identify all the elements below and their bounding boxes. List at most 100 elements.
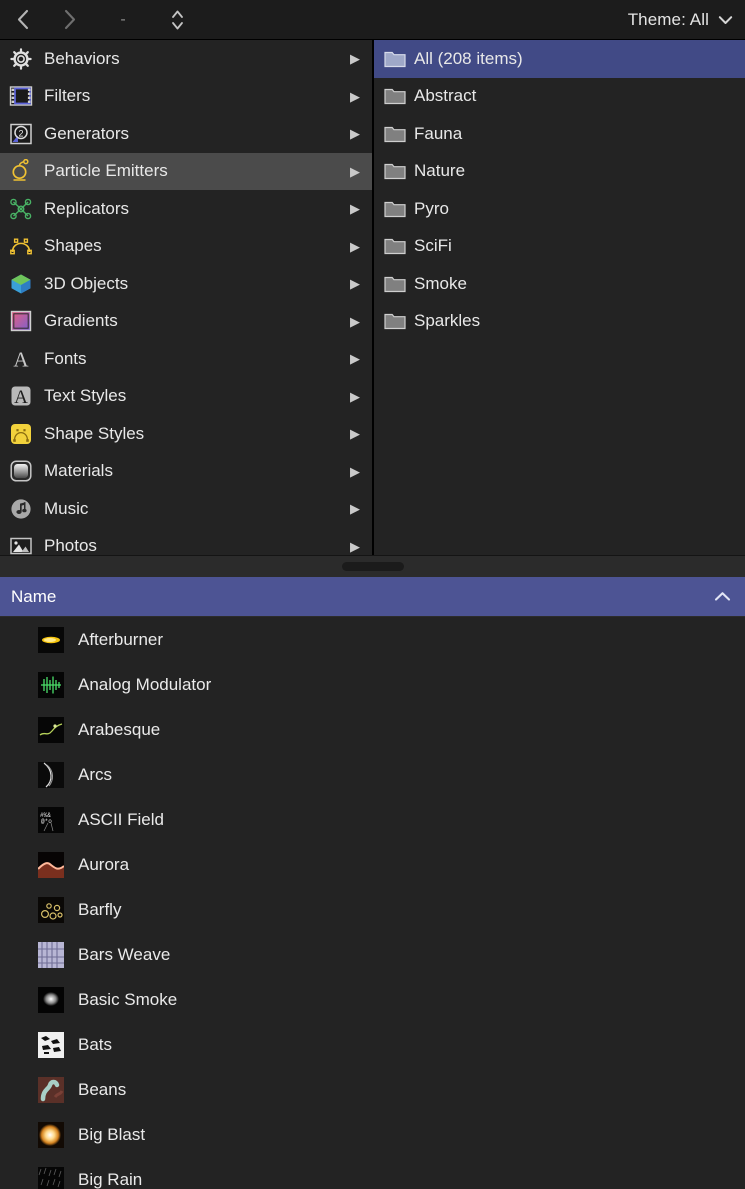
folder-item-sparkles[interactable]: Sparkles — [374, 303, 745, 341]
material-sphere-icon — [8, 458, 34, 484]
list-item-label: Bats — [78, 1035, 112, 1055]
folder-label: Sparkles — [414, 311, 480, 331]
generator-two-icon: 2 — [8, 121, 34, 147]
list-item[interactable]: Beans — [0, 1067, 745, 1112]
sidebar-item-music[interactable]: Music ▶ — [0, 490, 372, 528]
folder-icon — [384, 275, 406, 293]
triangle-right-icon: ▶ — [350, 52, 362, 65]
forward-button[interactable] — [46, 0, 92, 40]
chevron-right-icon — [63, 9, 76, 30]
svg-text:A: A — [14, 387, 28, 408]
cube-icon — [8, 271, 34, 297]
list-item[interactable]: Aurora — [0, 842, 745, 887]
boxed-letter-a-icon: A — [8, 383, 34, 409]
sidebar-item-generators[interactable]: 2 Generators ▶ — [0, 115, 372, 153]
folder-icon — [384, 237, 406, 255]
sidebar-item-label: Behaviors — [44, 49, 350, 69]
folder-icon — [384, 200, 406, 218]
drag-handle-icon[interactable] — [342, 562, 404, 571]
list-item-label: Aurora — [78, 855, 129, 875]
sidebar-item-photos[interactable]: Photos ▶ — [0, 528, 372, 556]
triangle-right-icon: ▶ — [350, 127, 362, 140]
list-item[interactable]: Bats — [0, 1022, 745, 1067]
folder-label: Nature — [414, 161, 465, 181]
folder-icon — [384, 50, 406, 68]
list-item[interactable]: Bars Weave — [0, 932, 745, 977]
preset-file-list[interactable]: Afterburner Analog Modulator Arabesque — [0, 617, 745, 1189]
particle-emitter-icon — [8, 158, 34, 184]
music-note-icon — [8, 496, 34, 522]
sidebar-item-fonts[interactable]: A Fonts ▶ — [0, 340, 372, 378]
aurora-thumb — [38, 852, 64, 878]
list-item[interactable]: Barfly — [0, 887, 745, 932]
folder-item-smoke[interactable]: Smoke — [374, 265, 745, 303]
list-column-header[interactable]: Name — [0, 577, 745, 617]
list-item-label: Basic Smoke — [78, 990, 177, 1010]
sidebar-item-label: Replicators — [44, 199, 350, 219]
theme-dropdown[interactable]: Theme: All — [628, 0, 733, 40]
list-item-label: Beans — [78, 1080, 126, 1100]
sidebar-item-shape-styles[interactable]: Shape Styles ▶ — [0, 415, 372, 453]
replicator-icon — [8, 196, 34, 222]
sidebar-item-particle-emitters[interactable]: Particle Emitters ▶ — [0, 153, 372, 191]
folder-label: SciFi — [414, 236, 452, 256]
shape-style-icon — [8, 421, 34, 447]
theme-folder-list[interactable]: All (208 items) Abstract Fauna Nature — [374, 40, 745, 555]
list-item[interactable]: Afterburner — [0, 617, 745, 662]
folder-label: All (208 items) — [414, 49, 523, 69]
sidebar-item-gradients[interactable]: Gradients ▶ — [0, 303, 372, 341]
big-blast-thumb — [38, 1122, 64, 1148]
gradient-swatch-icon — [8, 308, 34, 334]
sidebar-item-filters[interactable]: Filters ▶ — [0, 78, 372, 116]
back-button[interactable] — [0, 0, 46, 40]
folder-label: Smoke — [414, 274, 467, 294]
svg-text:@*o: @*o — [41, 818, 52, 825]
folder-item-fauna[interactable]: Fauna — [374, 115, 745, 153]
sidebar-item-text-styles[interactable]: A Text Styles ▶ — [0, 378, 372, 416]
bars-weave-thumb — [38, 942, 64, 968]
sidebar-item-shapes[interactable]: Shapes ▶ — [0, 228, 372, 266]
triangle-right-icon: ▶ — [350, 240, 362, 253]
panel-splitter[interactable] — [0, 555, 745, 577]
library-category-list[interactable]: Behaviors ▶ Filte — [0, 40, 372, 555]
up-down-stepper-icon — [171, 9, 184, 31]
list-item[interactable]: Arabesque — [0, 707, 745, 752]
folder-icon — [384, 312, 406, 330]
gear-icon — [8, 46, 34, 72]
list-item[interactable]: Big Rain — [0, 1157, 745, 1189]
sidebar-item-label: 3D Objects — [44, 274, 350, 294]
folder-item-nature[interactable]: Nature — [374, 153, 745, 191]
folder-item-all[interactable]: All (208 items) — [374, 40, 745, 78]
sidebar-item-3d-objects[interactable]: 3D Objects ▶ — [0, 265, 372, 303]
afterburner-thumb — [38, 627, 64, 653]
triangle-right-icon: ▶ — [350, 390, 362, 403]
folder-item-pyro[interactable]: Pyro — [374, 190, 745, 228]
sidebar-item-label: Text Styles — [44, 386, 350, 406]
list-item[interactable]: Basic Smoke — [0, 977, 745, 1022]
path-dash: - — [100, 0, 146, 40]
sort-indicator[interactable] — [714, 591, 731, 602]
sidebar-item-behaviors[interactable]: Behaviors ▶ — [0, 40, 372, 78]
sidebar-item-materials[interactable]: Materials ▶ — [0, 453, 372, 491]
sidebar-item-replicators[interactable]: Replicators ▶ — [0, 190, 372, 228]
dash-label: - — [120, 12, 125, 28]
basic-smoke-thumb — [38, 987, 64, 1013]
sidebar-item-label: Particle Emitters — [44, 161, 350, 181]
list-item-label: Big Blast — [78, 1125, 145, 1145]
list-item[interactable]: Arcs — [0, 752, 745, 797]
top-toolbar: - Theme: All — [0, 0, 745, 40]
list-item[interactable]: #%&@*o ASCII Field — [0, 797, 745, 842]
ascii-field-thumb: #%&@*o — [38, 807, 64, 833]
folder-item-abstract[interactable]: Abstract — [374, 78, 745, 116]
folder-icon — [384, 162, 406, 180]
chevron-left-icon — [17, 9, 30, 30]
list-item[interactable]: Big Blast — [0, 1112, 745, 1157]
stepper-button[interactable] — [154, 0, 200, 40]
list-item[interactable]: Analog Modulator — [0, 662, 745, 707]
bats-thumb — [38, 1032, 64, 1058]
beans-thumb — [38, 1077, 64, 1103]
folder-item-scifi[interactable]: SciFi — [374, 228, 745, 266]
triangle-right-icon: ▶ — [350, 315, 362, 328]
sidebar-item-label: Shapes — [44, 236, 350, 256]
chevron-up-icon — [714, 591, 731, 602]
